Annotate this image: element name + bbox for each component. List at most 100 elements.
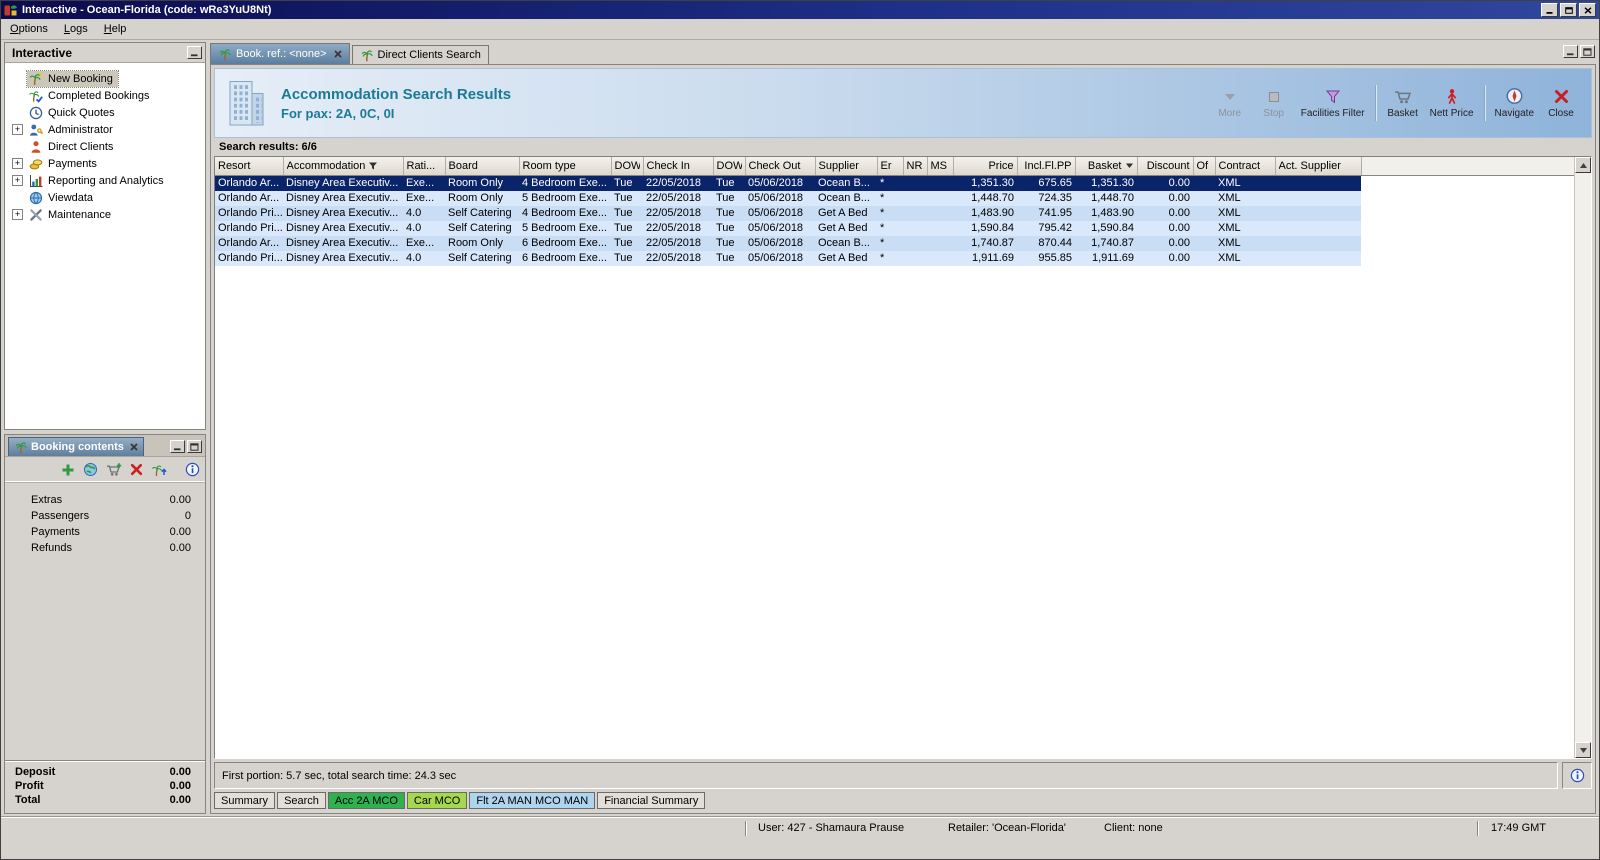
result-row-5[interactable]: Orlando Ar... Disney Area Executiv... Exe.… xyxy=(215,235,1574,251)
sidebar-item-administrator[interactable]: + Administrator xyxy=(5,121,205,138)
column-header-nr-11[interactable]: NR xyxy=(903,157,928,176)
bottom-tab-financial-summary[interactable]: Financial Summary xyxy=(597,792,706,809)
expand-plus-icon[interactable]: + xyxy=(12,209,23,220)
tab-close-icon[interactable] xyxy=(333,50,342,58)
scroll-down-button[interactable] xyxy=(1575,742,1591,758)
tool-navigate-button[interactable]: Navigate xyxy=(1490,85,1539,121)
booking-contents-item-refunds[interactable]: Refunds 0.00 xyxy=(31,540,197,556)
tool-label: Navigate xyxy=(1494,108,1534,119)
result-row-2[interactable]: Orlando Ar... Disney Area Executiv... Exe.… xyxy=(215,190,1574,206)
booking-contents-close-icon[interactable] xyxy=(130,443,138,451)
expand-plus-icon[interactable]: + xyxy=(12,124,23,135)
column-header-discount-16[interactable]: Discount xyxy=(1137,157,1194,176)
tool-nett-price-button[interactable]: Nett Price xyxy=(1425,85,1479,121)
titlebar[interactable]: Interactive - Ocean-Florida (code: wRe3Y… xyxy=(1,1,1599,19)
column-header-basket-15[interactable]: Basket xyxy=(1075,157,1138,176)
palm-transfer-icon[interactable] xyxy=(151,463,167,477)
vertical-scrollbar[interactable] xyxy=(1574,157,1591,758)
column-header-dow-7[interactable]: DOW xyxy=(713,157,746,176)
tool-more-button[interactable]: More xyxy=(1208,85,1252,121)
column-header-accommodation-1[interactable]: Accommodation xyxy=(283,157,404,176)
result-row-1[interactable]: Orlando Ar... Disney Area Executiv... Exe.… xyxy=(215,175,1574,191)
window-close-button[interactable] xyxy=(1579,3,1596,17)
booking-contents-item-passengers[interactable]: Passengers 0 xyxy=(31,508,197,524)
sidebar-item-completed-bookings[interactable]: Completed Bookings xyxy=(5,87,205,104)
tab-direct-clients-search[interactable]: Direct Clients Search xyxy=(351,45,489,64)
column-header-incl-fl-pp-14[interactable]: Incl.Fl.PP xyxy=(1017,157,1076,176)
sidebar-item-direct-clients[interactable]: Direct Clients xyxy=(5,138,205,155)
result-cell: Disney Area Executiv... xyxy=(283,190,403,206)
result-cell: Exe... xyxy=(403,235,445,251)
booking-panel-minimize-button[interactable] xyxy=(170,440,185,453)
sidebar-item-new-booking[interactable]: New Booking xyxy=(5,69,205,88)
result-cell: 4 Bedroom Exe... xyxy=(519,175,611,191)
info-button[interactable] xyxy=(1562,762,1592,789)
bottom-tab-flt-2a-man-mco-man[interactable]: Flt 2A MAN MCO MAN xyxy=(469,792,596,809)
window-maximize-button[interactable] xyxy=(1560,3,1577,17)
booking-contents-header: Booking contents xyxy=(5,435,205,457)
tool-facilities-filter-button[interactable]: Facilities Filter xyxy=(1296,85,1370,121)
delete-icon[interactable] xyxy=(130,463,143,476)
column-header-of-17[interactable]: Of xyxy=(1193,157,1216,176)
stop-icon xyxy=(1265,87,1283,105)
column-header-board-3[interactable]: Board xyxy=(445,157,520,176)
search-timing-box: First portion: 5.7 sec, total search tim… xyxy=(214,762,1558,789)
main-panel-minimize-button[interactable] xyxy=(1563,45,1578,58)
column-header-supplier-9[interactable]: Supplier xyxy=(815,157,878,176)
sidebar-collapse-button[interactable] xyxy=(187,46,202,59)
result-row-6[interactable]: Orlando Pri... Disney Area Executiv... 4.0… xyxy=(215,250,1574,266)
column-header-ms-12[interactable]: MS xyxy=(927,157,954,176)
sidebar-item-payments[interactable]: + Payments xyxy=(5,155,205,172)
world-icon[interactable] xyxy=(83,462,98,477)
column-header-dow-5[interactable]: DOW xyxy=(611,157,644,176)
column-header-rati-2[interactable]: Rati... xyxy=(403,157,446,176)
main-panel-restore-button[interactable] xyxy=(1580,45,1595,58)
basket-add-icon[interactable] xyxy=(106,462,122,477)
booking-contents-item-extras[interactable]: Extras 0.00 xyxy=(31,492,197,508)
booking-contents-item-payments[interactable]: Payments 0.00 xyxy=(31,524,197,540)
close-icon xyxy=(1584,6,1592,14)
result-row-4[interactable]: Orlando Pri... Disney Area Executiv... 4.0… xyxy=(215,220,1574,236)
sidebar-item-quick-quotes[interactable]: Quick Quotes xyxy=(5,104,205,121)
menu-help[interactable]: Help xyxy=(96,20,135,38)
result-row-3[interactable]: Orlando Pri... Disney Area Executiv... 4.0… xyxy=(215,205,1574,221)
column-header-price-13[interactable]: Price xyxy=(953,157,1018,176)
item-value: 0.00 xyxy=(169,494,191,506)
result-cell: 1,351.30 xyxy=(953,175,1017,191)
result-cell: * xyxy=(877,220,903,236)
bottom-tab-summary[interactable]: Summary xyxy=(214,792,276,809)
column-header-resort-0[interactable]: Resort xyxy=(215,157,284,176)
menu-logs[interactable]: Logs xyxy=(56,20,96,38)
nett-price-icon xyxy=(1443,87,1461,105)
info-icon[interactable] xyxy=(185,462,200,477)
column-header-room-type-4[interactable]: Room type xyxy=(519,157,612,176)
result-cell: Tue xyxy=(611,175,643,191)
tool-basket-button[interactable]: Basket xyxy=(1381,85,1425,121)
tool-stop-button[interactable]: Stop xyxy=(1252,85,1296,121)
add-item-icon[interactable] xyxy=(61,463,75,477)
scroll-up-button[interactable] xyxy=(1575,157,1591,173)
column-header-check-in-6[interactable]: Check In xyxy=(643,157,714,176)
item-label: Refunds xyxy=(31,542,72,554)
tool-close-button[interactable]: Close xyxy=(1539,85,1583,121)
column-header-contract-18[interactable]: Contract xyxy=(1215,157,1276,176)
sidebar-item-reporting-and-analytics[interactable]: + Reporting and Analytics xyxy=(5,172,205,189)
column-header-check-out-8[interactable]: Check Out xyxy=(745,157,816,176)
window-minimize-button[interactable] xyxy=(1541,3,1558,17)
column-header-act-supplier-19[interactable]: Act. Supplier xyxy=(1275,157,1362,176)
sidebar-item-viewdata[interactable]: Viewdata xyxy=(5,189,205,206)
column-header-er-10[interactable]: Er xyxy=(877,157,904,176)
tab-book-ref-none[interactable]: Book. ref.: <none> xyxy=(210,43,350,64)
scrollbar-track[interactable] xyxy=(1575,173,1591,742)
result-cell: 22/05/2018 xyxy=(643,235,713,251)
bottom-tab-car-mco[interactable]: Car MCO xyxy=(406,792,468,809)
results-grid: Resort Accommodation Rati... Board Room type… xyxy=(215,157,1574,758)
booking-panel-restore-button[interactable] xyxy=(187,440,202,453)
bottom-tab-search[interactable]: Search xyxy=(277,792,326,809)
sidebar-item-maintenance[interactable]: + Maintenance xyxy=(5,206,205,223)
booking-contents-tab[interactable]: Booking contents xyxy=(8,437,144,456)
menu-options[interactable]: Options xyxy=(2,20,56,38)
bottom-tab-acc-2a-mco[interactable]: Acc 2A MCO xyxy=(327,792,405,809)
expand-plus-icon[interactable]: + xyxy=(12,158,23,169)
expand-plus-icon[interactable]: + xyxy=(12,175,23,186)
